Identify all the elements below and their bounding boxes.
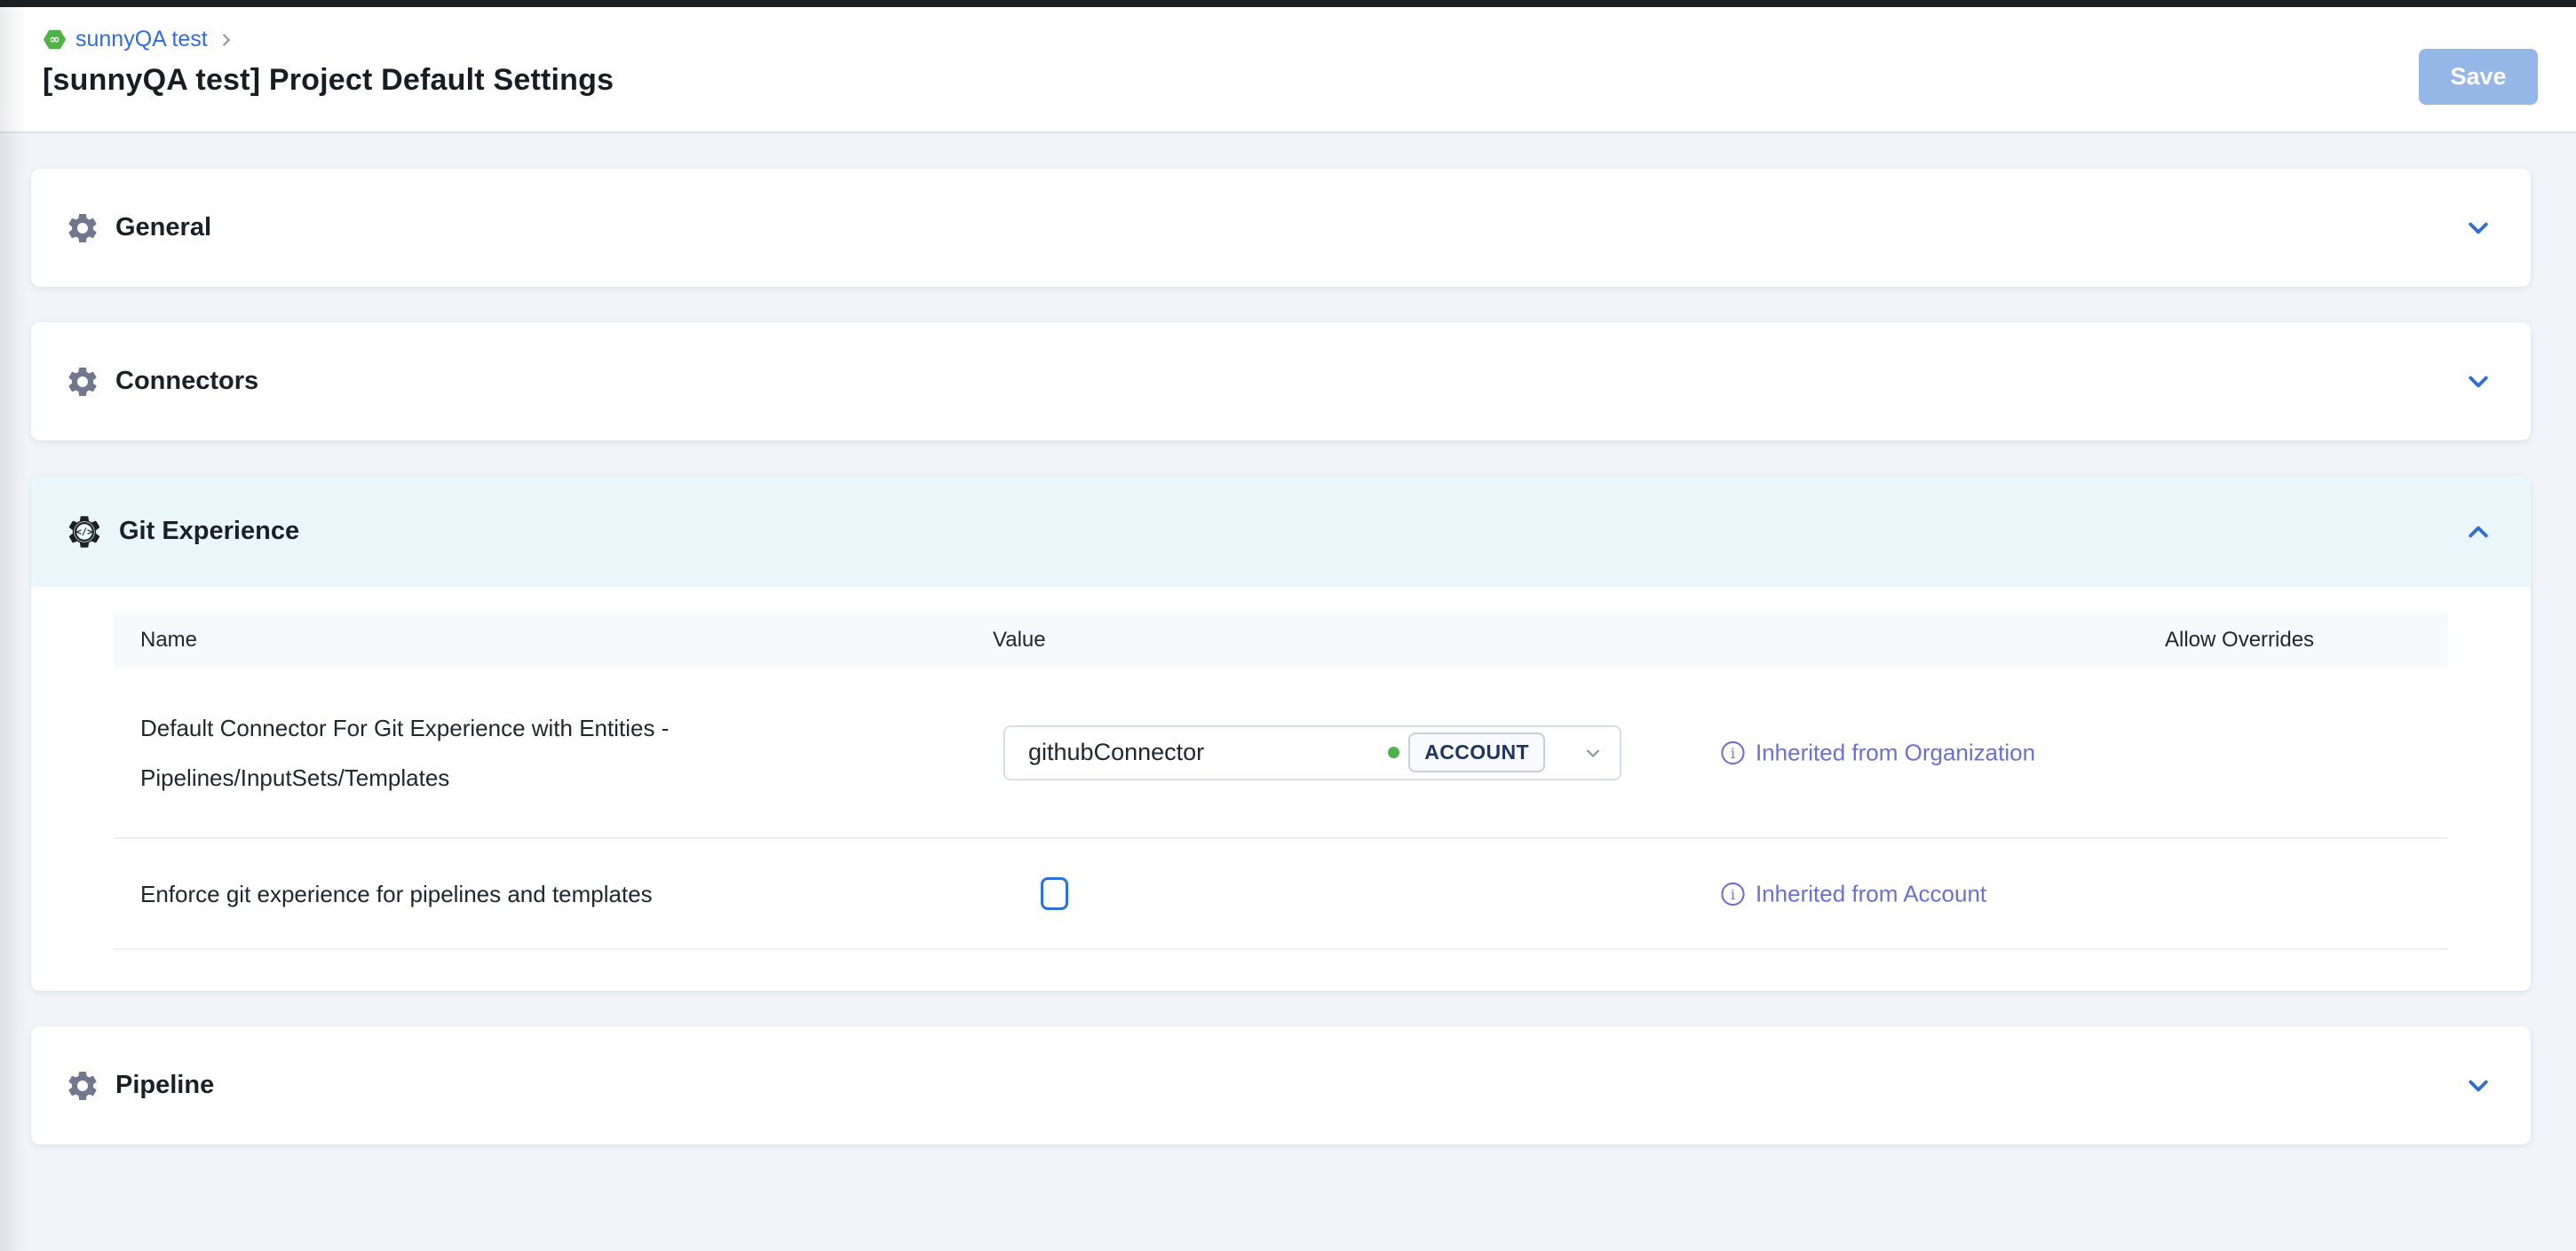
inherited-from-organization-link[interactable]: i Inherited from Organization — [1720, 739, 2035, 766]
enforce-git-experience-checkbox[interactable] — [1041, 877, 1068, 910]
chevron-up-icon[interactable] — [2465, 476, 2492, 587]
top-black-bar — [0, 0, 2576, 7]
page-title: [sunnyQA test] Project Default Settings — [43, 63, 2538, 98]
svg-text:i: i — [1731, 745, 1735, 762]
breadcrumb-project-link[interactable]: sunnyQA test — [75, 27, 208, 52]
git-experience-panel: Name Value Allow Overrides Default Conne… — [31, 587, 2531, 991]
git-experience-gear-code-icon: </> — [65, 512, 104, 551]
chevron-down-icon[interactable] — [2465, 169, 2492, 287]
inherited-label: Inherited from Account — [1756, 880, 1986, 907]
gear-icon — [65, 210, 100, 246]
column-header-name: Name — [114, 628, 966, 653]
breadcrumb-chevron-icon — [217, 30, 236, 50]
chevron-down-icon[interactable] — [2465, 1026, 2492, 1144]
table-header-row: Name Value Allow Overrides — [114, 613, 2448, 668]
section-title: Git Experience — [119, 517, 299, 546]
inherited-label: Inherited from Organization — [1756, 739, 2035, 766]
page-header: ∞ sunnyQA test [sunnyQA test] Project De… — [0, 7, 2576, 133]
settings-content: General Connectors </> — [0, 133, 2576, 1251]
table-row: Enforce git experience for pipelines and… — [114, 839, 2448, 950]
project-hexagon-icon: ∞ — [43, 28, 67, 51]
svg-text:</>: </> — [76, 527, 93, 537]
gear-icon — [65, 364, 100, 400]
section-connectors: Connectors — [31, 322, 2531, 440]
svg-text:i: i — [1731, 886, 1735, 903]
section-general-header[interactable]: General — [31, 169, 2531, 287]
info-icon: i — [1720, 881, 1746, 907]
inherited-from-account-link[interactable]: i Inherited from Account — [1720, 880, 1986, 907]
setting-name: Default Connector For Git Experience wit… — [114, 703, 966, 803]
section-title: Pipeline — [115, 1071, 214, 1100]
connector-select-value: githubConnector — [1028, 739, 1388, 766]
section-general: General — [31, 169, 2531, 287]
info-icon: i — [1720, 740, 1746, 765]
save-button[interactable]: Save — [2419, 49, 2538, 105]
section-title: Connectors — [115, 367, 258, 396]
section-title: General — [115, 213, 211, 242]
table-row: Default Connector For Git Experience wit… — [114, 668, 2448, 839]
connector-select[interactable]: githubConnector ACCOUNT — [1003, 725, 1621, 780]
setting-name: Enforce git experience for pipelines and… — [114, 869, 966, 919]
section-pipeline: Pipeline — [31, 1026, 2531, 1144]
breadcrumb: ∞ sunnyQA test — [43, 27, 2538, 52]
column-header-value: Value — [966, 628, 2138, 653]
setting-value-cell — [966, 877, 2448, 910]
connector-status-dot — [1388, 747, 1399, 758]
section-connectors-header[interactable]: Connectors — [31, 322, 2531, 440]
gear-icon — [65, 1068, 100, 1104]
setting-value-cell: githubConnector ACCOUNT — [966, 725, 2448, 780]
svg-text:∞: ∞ — [49, 32, 59, 47]
section-pipeline-header[interactable]: Pipeline — [31, 1026, 2531, 1144]
section-git-experience: </> Git Experience Name Value Allow Over… — [31, 476, 2531, 991]
chevron-down-icon — [1582, 742, 1604, 764]
settings-table: Name Value Allow Overrides Default Conne… — [114, 613, 2448, 950]
section-git-experience-header[interactable]: </> Git Experience — [31, 476, 2531, 587]
scope-badge: ACCOUNT — [1408, 732, 1545, 772]
column-header-allow-overrides: Allow Overrides — [2138, 628, 2448, 653]
chevron-down-icon[interactable] — [2465, 322, 2492, 440]
bottom-spacer — [31, 1180, 2531, 1251]
